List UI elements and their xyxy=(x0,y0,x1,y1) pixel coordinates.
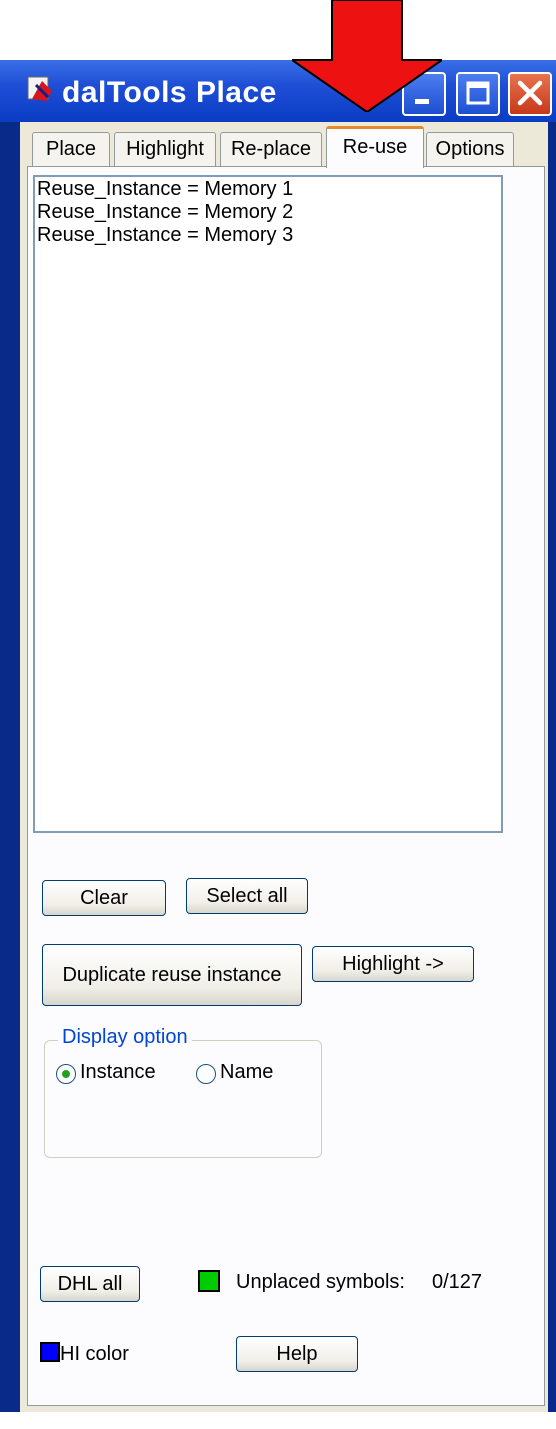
name-radio[interactable] xyxy=(196,1064,216,1084)
instance-radio[interactable] xyxy=(56,1064,76,1084)
window-title: dalTools Place xyxy=(62,76,277,109)
maximize-icon xyxy=(466,81,490,105)
close-icon xyxy=(517,80,543,106)
hi-color-label[interactable]: HI color xyxy=(60,1343,129,1366)
list-item[interactable]: Reuse_Instance = Memory 3 xyxy=(37,224,293,247)
highlight-button[interactable]: Highlight -> xyxy=(312,946,474,982)
app-icon xyxy=(27,76,52,101)
tab-highlight[interactable]: Highlight xyxy=(114,132,216,166)
dhl-all-button[interactable]: DHL all xyxy=(40,1266,140,1302)
close-button[interactable] xyxy=(508,72,552,116)
name-radio-label[interactable]: Name xyxy=(220,1061,273,1084)
hi-color-swatch[interactable] xyxy=(40,1342,60,1362)
select-all-button[interactable]: Select all xyxy=(186,878,308,914)
maximize-button[interactable] xyxy=(456,72,500,116)
unplaced-symbols-label: Unplaced symbols: xyxy=(236,1271,405,1293)
duplicate-reuse-instance-button[interactable]: Duplicate reuse instance xyxy=(42,944,302,1006)
help-button[interactable]: Help xyxy=(236,1336,358,1372)
reuse-instance-list[interactable] xyxy=(33,175,503,833)
unplaced-symbols-count: 0/127 xyxy=(432,1271,483,1293)
display-option-group xyxy=(44,1040,322,1158)
tab-place[interactable]: Place xyxy=(32,132,110,166)
clear-button[interactable]: Clear xyxy=(42,880,166,916)
display-option-legend: Display option xyxy=(58,1026,192,1049)
annotation-arrow-icon xyxy=(292,0,442,112)
instance-radio-label[interactable]: Instance xyxy=(80,1061,156,1084)
tab-re-use[interactable]: Re-use xyxy=(326,126,424,168)
radio-selected-dot xyxy=(62,1070,70,1078)
tab-options[interactable]: Options xyxy=(426,132,514,166)
tab-re-place[interactable]: Re-place xyxy=(220,132,322,166)
list-item[interactable]: Reuse_Instance = Memory 1 xyxy=(37,178,293,201)
unplaced-status-swatch xyxy=(198,1270,220,1292)
list-item[interactable]: Reuse_Instance = Memory 2 xyxy=(37,201,293,224)
